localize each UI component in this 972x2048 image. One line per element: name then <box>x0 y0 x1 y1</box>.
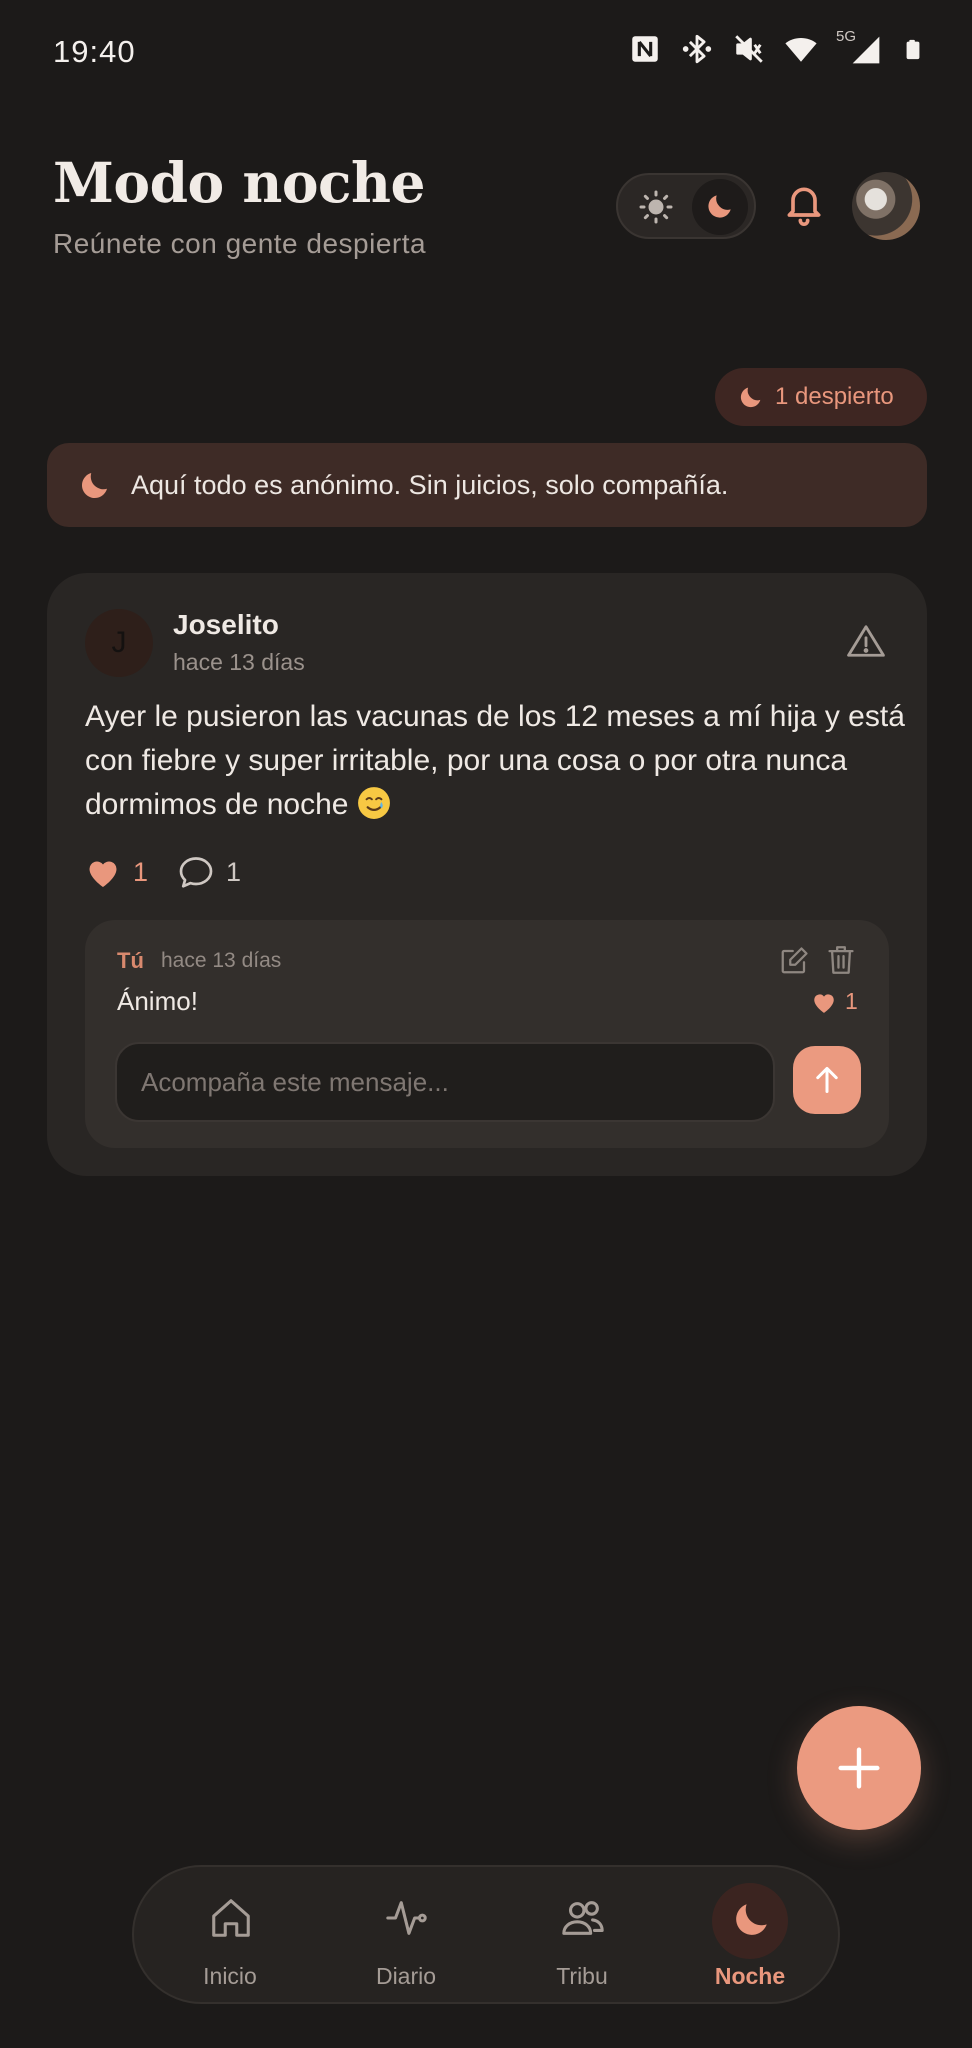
users-icon <box>562 1901 604 1935</box>
comment-like-count: 1 <box>845 988 858 1014</box>
plus-icon <box>838 1747 880 1789</box>
post-author-avatar: J <box>85 609 153 677</box>
status-time: 19:40 <box>53 34 136 69</box>
status-bar: 19:40 5G <box>0 0 972 104</box>
moon-icon <box>81 473 107 499</box>
pulse-icon <box>386 1901 427 1935</box>
comment-count: 1 <box>226 856 242 887</box>
arrow-up-icon <box>816 1066 838 1094</box>
sun-icon[interactable] <box>638 189 674 225</box>
post-body: Ayer le pusieron las vacunas de los 12 m… <box>85 695 905 827</box>
comment-author: Tú <box>117 948 144 973</box>
post-time: hace 13 días <box>173 649 305 675</box>
nav-item-tribu[interactable]: Tribu <box>494 1867 670 2006</box>
nfc-icon <box>632 36 658 62</box>
page-title: Modo noche <box>53 150 426 215</box>
battery-icon <box>906 39 920 60</box>
awake-count-badge: 1 despierto <box>715 368 927 426</box>
like-count: 1 <box>133 856 149 887</box>
comment-time: hace 13 días <box>161 949 282 972</box>
trash-icon[interactable] <box>827 944 855 976</box>
bell-icon[interactable] <box>782 180 826 228</box>
bottom-nav: Inicio Diario Tribu Noche <box>132 1865 840 2004</box>
page-subtitle: Reúnete con gente despierta <box>53 228 427 259</box>
post-body-text: Ayer le pusieron las vacunas de los 12 m… <box>85 700 905 821</box>
nav-item-inicio[interactable]: Inicio <box>142 1867 318 2006</box>
theme-toggle[interactable] <box>616 173 756 239</box>
post-card: J Joselito hace 13 días Ayer le pusieron… <box>47 573 927 1176</box>
anonymous-banner: Aquí todo es anónimo. Sin juicios, solo … <box>47 443 927 527</box>
comment-text: Ánimo! <box>117 986 198 1016</box>
mute-icon <box>735 35 763 63</box>
nav-label-tribu: Tribu <box>556 1963 608 1989</box>
heart-icon <box>89 861 117 887</box>
send-button[interactable] <box>793 1046 861 1114</box>
smiling-face-with-tear-icon <box>357 787 390 819</box>
banner-text: Aquí todo es anónimo. Sin juicios, solo … <box>131 469 729 500</box>
nav-item-diario[interactable]: Diario <box>318 1867 494 2006</box>
awake-count-label: 1 despierto <box>775 383 894 410</box>
home-icon <box>212 1899 250 1937</box>
nav-label-inicio: Inicio <box>203 1963 257 1989</box>
profile-avatar[interactable] <box>852 172 920 240</box>
nav-item-noche[interactable]: Noche <box>662 1867 838 2006</box>
signal-icon: 5G <box>836 28 884 66</box>
like-button[interactable]: 1 <box>85 855 148 889</box>
wifi-icon <box>785 38 817 62</box>
status-icons: 5G <box>628 28 924 66</box>
nav-label-noche: Noche <box>714 1963 786 1989</box>
dark-mode-option[interactable] <box>692 179 748 235</box>
moon-icon <box>736 1904 767 1935</box>
comment-icon <box>179 857 213 888</box>
nav-label-diario: Diario <box>375 1963 437 1989</box>
comment-box: Tú hace 13 días Ánimo! 1 <box>85 920 889 1148</box>
comment-button[interactable]: 1 <box>178 855 241 889</box>
bluetooth-icon <box>682 34 712 64</box>
post-actions: 1 1 <box>85 855 271 889</box>
comment-like-button[interactable]: 1 <box>811 988 858 1015</box>
report-icon[interactable] <box>847 623 885 659</box>
moon-icon <box>740 387 761 408</box>
post-author: Joselito <box>173 609 279 640</box>
heart-icon <box>814 993 834 1013</box>
new-post-button[interactable] <box>797 1706 921 1830</box>
moon-icon <box>708 195 731 218</box>
reply-input[interactable] <box>115 1042 775 1122</box>
edit-icon[interactable] <box>779 946 809 976</box>
